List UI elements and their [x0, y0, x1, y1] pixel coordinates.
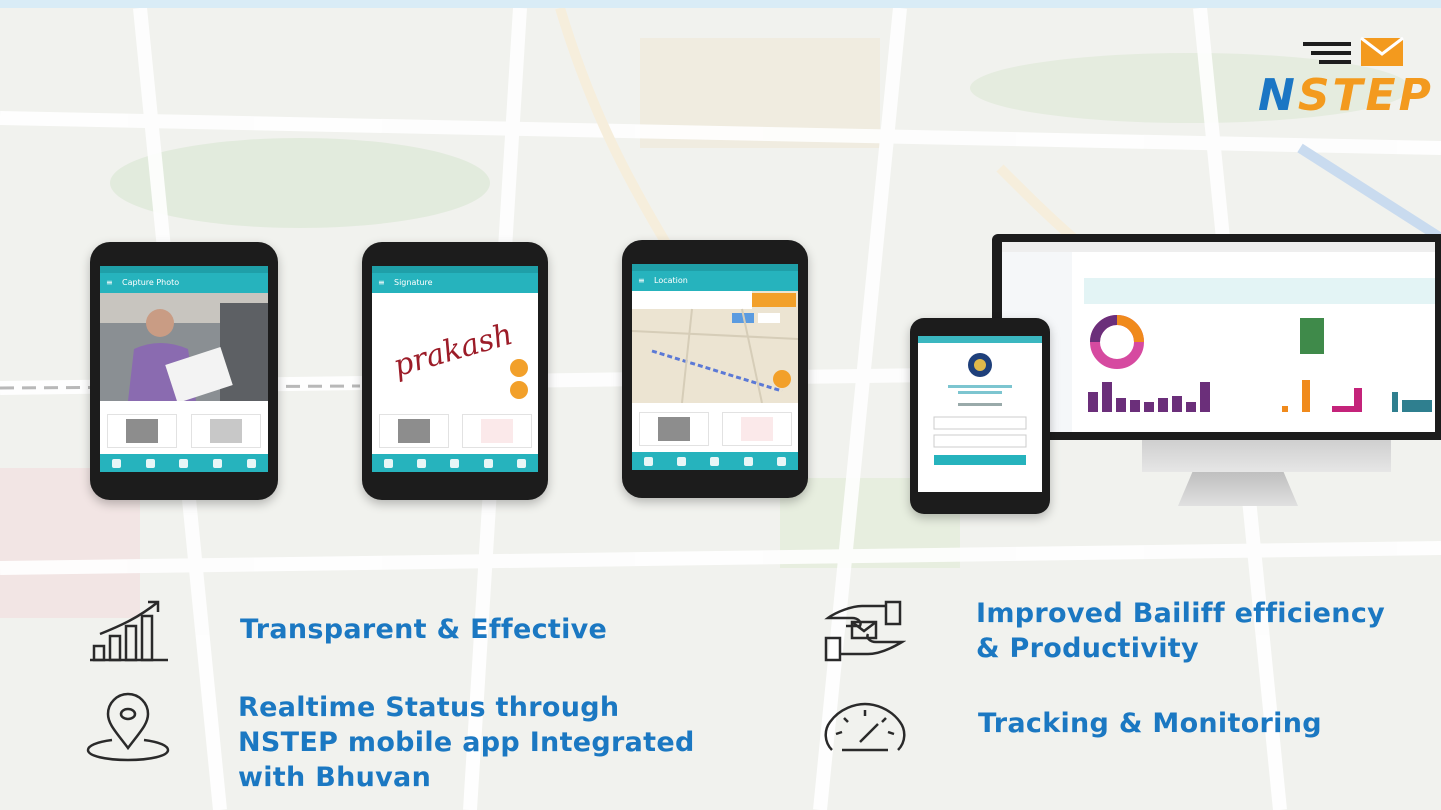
desktop-monitor	[992, 234, 1441, 516]
login-form	[933, 353, 1027, 465]
app-bar: ≡ Capture Photo	[100, 273, 268, 293]
feature-bailiff-efficiency: Improved Bailiff efficiency & Productivi…	[976, 598, 1386, 664]
bottom-nav	[632, 452, 798, 470]
phone-screen: ≡ Signature prakash	[372, 266, 538, 472]
photo-thumbnail[interactable]	[638, 412, 709, 446]
bottom-nav	[100, 454, 268, 472]
thumbnail-row	[100, 412, 268, 450]
feature-transparent: Transparent & Effective	[240, 614, 608, 645]
placeholder-thumbnail[interactable]	[191, 414, 261, 448]
growth-chart-icon	[90, 600, 168, 662]
app-bar: ≡ Signature	[372, 273, 538, 293]
phone-location: ≡ Location	[622, 240, 808, 498]
top-strip	[0, 0, 1441, 8]
save-signature-button[interactable]	[510, 381, 528, 399]
clear-signature-button[interactable]	[510, 359, 528, 377]
signature-ink: prakash	[389, 316, 517, 385]
monitor-neck	[1142, 440, 1391, 472]
speedometer-icon	[824, 702, 906, 752]
monitor-stand	[1178, 472, 1298, 506]
signature-thumbnail[interactable]	[721, 412, 792, 446]
feature-realtime-status: Realtime Status through NSTEP mobile app…	[238, 692, 695, 793]
phone-screen: ≡ Location	[632, 264, 798, 470]
signature-thumbnail[interactable]	[461, 414, 532, 448]
nstep-logo: NSTEP	[1258, 36, 1441, 121]
thumbnail-row	[632, 410, 798, 448]
app-bar: ≡ Location	[632, 271, 798, 291]
phone-screen: ≡ Capture Photo	[100, 266, 268, 472]
phone-capture-photo: ≡ Capture Photo	[90, 242, 278, 500]
envelope-lines-icon	[1303, 36, 1404, 66]
captured-photo	[100, 293, 268, 401]
signature-pad[interactable]: prakash	[372, 293, 538, 401]
banner: NSTEP ≡ Capture Photo ≡ Signature prakas…	[0, 0, 1441, 810]
hands-mail-icon	[824, 600, 906, 662]
phone-screen	[918, 336, 1042, 492]
dashboard-screen	[1002, 242, 1435, 432]
phone-signature: ≡ Signature prakash	[362, 242, 548, 500]
phone-login	[910, 318, 1050, 514]
feature-tracking: Tracking & Monitoring	[978, 708, 1322, 739]
photo-thumbnail[interactable]	[107, 414, 177, 448]
bottom-nav	[372, 454, 538, 472]
location-pin-icon	[86, 692, 170, 762]
logo-wordmark: NSTEP	[1258, 70, 1434, 121]
photo-thumbnail[interactable]	[378, 414, 449, 448]
thumbnail-row	[372, 412, 538, 450]
location-map	[632, 291, 798, 403]
